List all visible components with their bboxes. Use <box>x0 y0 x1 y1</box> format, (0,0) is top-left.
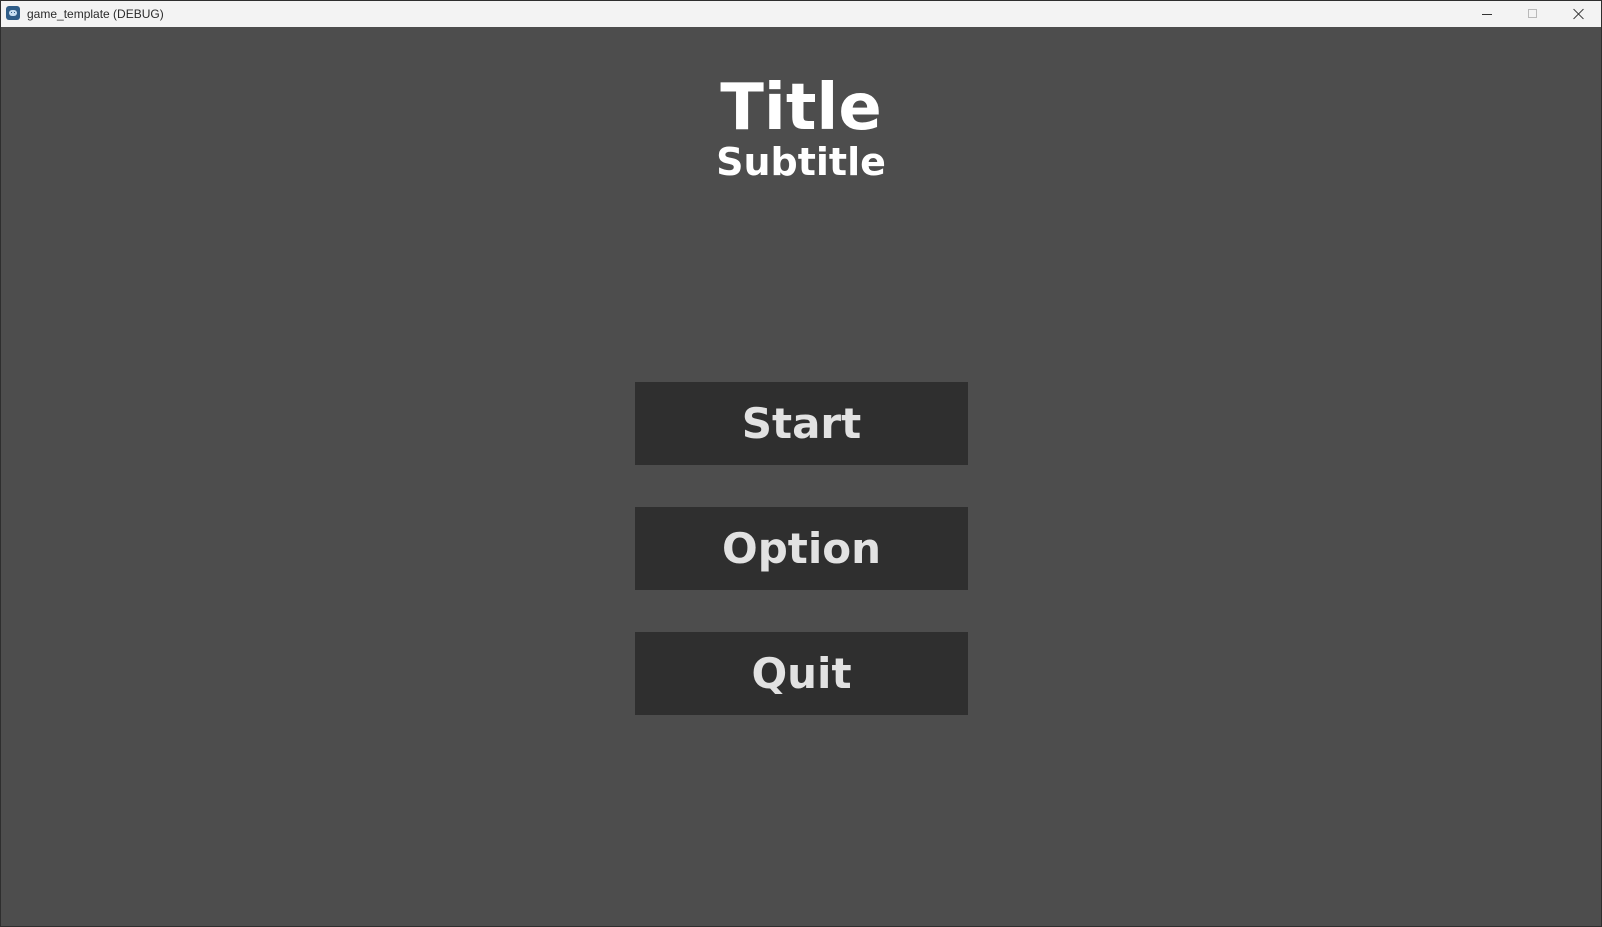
close-icon <box>1573 8 1585 20</box>
game-subtitle: Subtitle <box>716 140 886 184</box>
close-button[interactable] <box>1556 1 1602 27</box>
game-title: Title <box>720 71 882 145</box>
godot-icon <box>6 6 20 20</box>
quit-button[interactable]: Quit <box>635 632 968 715</box>
window-titlebar[interactable]: game_template (DEBUG) <box>1 1 1601 28</box>
maximize-button[interactable] <box>1510 1 1556 27</box>
window-title: game_template (DEBUG) <box>27 7 164 21</box>
game-viewport: Title Subtitle Start Option Quit <box>1 27 1601 926</box>
game-window: game_template (DEBUG) Title Subtitle Sta… <box>0 0 1602 927</box>
start-button[interactable]: Start <box>635 382 968 465</box>
maximize-icon <box>1528 9 1537 18</box>
option-button[interactable]: Option <box>635 507 968 590</box>
minimize-icon <box>1482 14 1492 15</box>
minimize-button[interactable] <box>1464 1 1510 27</box>
